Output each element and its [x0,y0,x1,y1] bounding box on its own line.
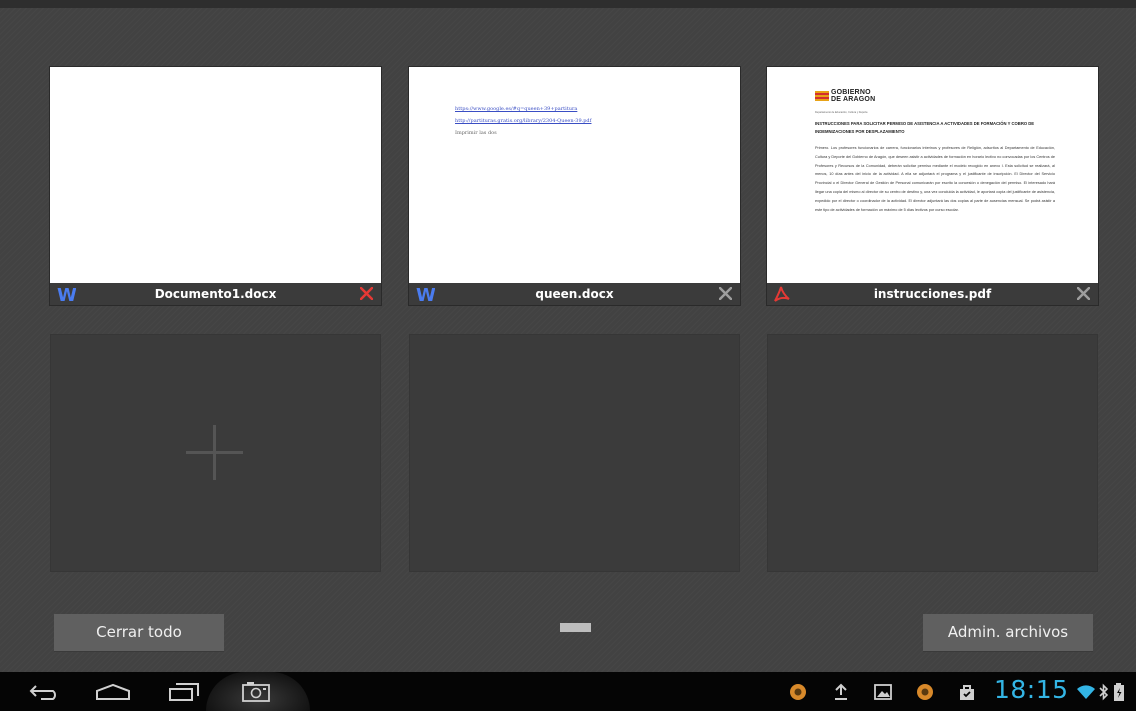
document-body: Primero. Los profesores funcionarios de … [815,146,1055,212]
tab-label-bar: W Documento1.docx [50,283,381,305]
file-manager-button[interactable]: Admin. archivos [923,614,1093,652]
tab-filename: Documento1.docx [154,287,277,301]
upload-icon[interactable] [832,672,850,711]
recent-apps-icon [169,682,199,701]
tab-filename: queen.docx [535,287,614,301]
bluetooth-icon [1098,672,1110,711]
home-icon [96,683,130,700]
new-document-slot[interactable] [50,334,381,572]
close-tab-icon[interactable] [359,286,374,303]
aragon-flag-icon [815,91,829,101]
close-tab-icon[interactable] [718,286,733,303]
system-navbar: 18:15 [0,672,1136,711]
document-title: INSTRUCCIONES PARA SOLICITAR PERMISO DE … [815,121,1035,134]
empty-slot [409,334,740,572]
battery-icon [1113,672,1125,711]
preview-link: http://partituras.gratis.org/library/230… [455,118,592,124]
close-tab-icon[interactable] [1076,286,1091,303]
recent-apps-button[interactable] [154,672,214,711]
home-button[interactable] [83,672,143,711]
close-all-button[interactable]: Cerrar todo [54,614,224,652]
tab-filename: instrucciones.pdf [873,287,992,301]
preview-link: https://www.google.es/#q=queen+39+partit… [455,106,578,112]
app-notification-icon[interactable] [788,672,808,711]
tab-instrucciones[interactable]: GOBIERNO DE ARAGON Departamento de Educa… [767,67,1098,305]
store-bag-icon[interactable] [957,672,977,711]
tab-label-bar: instrucciones.pdf [767,283,1098,305]
back-icon [29,684,56,700]
preview-text: Imprimir las dos [455,130,497,136]
back-button[interactable] [16,672,76,711]
logo-line: GOBIERNO [831,89,871,96]
logo-line: DE ARAGON [831,96,876,103]
tab-documento1[interactable]: W Documento1.docx [50,67,381,305]
clock[interactable]: 18:15 [994,675,1069,704]
camera-icon [242,681,270,702]
screenshot-button[interactable] [226,672,286,711]
drawer-handle[interactable] [560,623,591,632]
document-preview: GOBIERNO DE ARAGON Departamento de Educa… [815,87,1055,214]
gallery-icon[interactable] [873,672,893,711]
empty-slot [767,334,1098,572]
app-notification-icon[interactable] [915,672,935,711]
tab-queen[interactable]: https://www.google.es/#q=queen+39+partit… [409,67,740,305]
gobierno-aragon-logo: GOBIERNO DE ARAGON [815,87,1055,113]
top-strip [0,0,1136,8]
document-preview: https://www.google.es/#q=queen+39+partit… [455,103,591,139]
tab-label-bar: W queen.docx [409,283,740,305]
wifi-icon [1076,672,1096,711]
